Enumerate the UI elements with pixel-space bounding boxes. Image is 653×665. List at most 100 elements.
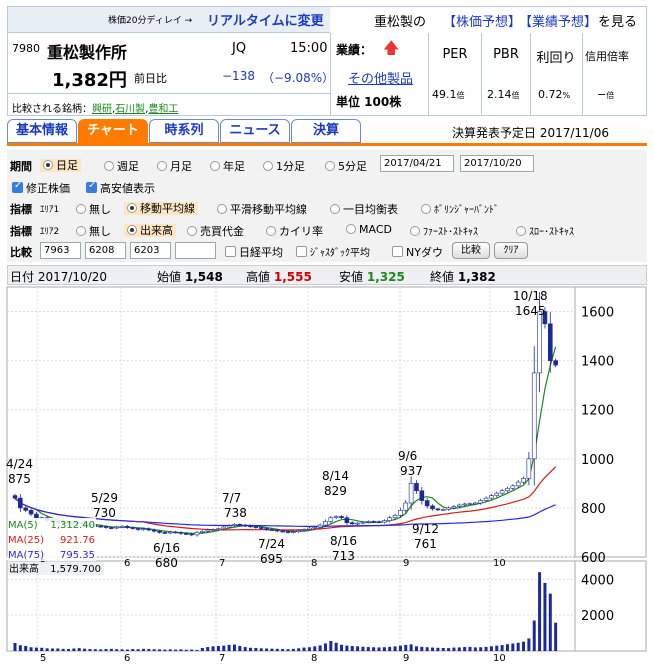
volume-bar [398,645,402,651]
annotation-value: 680 [155,556,178,570]
volume-bar [356,646,360,651]
candle [505,487,510,492]
candle [478,500,484,504]
volume-bar [115,649,119,651]
annotation-date: 7/7 [222,491,241,505]
candle [483,497,489,501]
volume-bar [543,582,547,651]
x-tick-label: 8 [311,558,317,569]
ma-legend-value: 795.35 [60,550,95,561]
candle [499,490,505,494]
volume-bar [511,643,515,651]
candle [419,490,425,501]
candle [151,529,157,532]
volume-bar [281,649,285,651]
candle [376,521,382,523]
annotation-value: 875 [8,472,31,486]
y-tick-label: 1200 [581,404,614,419]
volume-bar [441,647,445,651]
volume-bar [538,572,542,651]
annotation-value: 829 [324,484,347,498]
candle [162,532,168,534]
volume-bar [99,649,103,651]
candle [398,510,403,516]
candle [119,526,125,528]
volume-bar [404,644,408,651]
volume-bar [361,646,365,651]
x-tick-label: 6 [124,653,130,664]
candle [146,528,152,531]
volume-bar [393,646,397,651]
ma-legend-name: MA(5) [8,520,38,531]
candle [264,528,269,530]
candle [521,478,526,483]
volume-bar [50,648,54,651]
candle [462,503,467,506]
candle [103,526,109,528]
volume-bar [275,648,279,651]
annotation-date: 4/24 [6,457,33,471]
candle [237,524,243,526]
volume-bar [120,649,124,651]
candle [130,527,136,529]
volume-bar [141,648,145,651]
candle [312,526,318,529]
volume-bar [254,647,258,651]
vol-tick-label: 2000 [581,609,614,624]
volume-bar [463,647,467,651]
x-tick-label: 8 [311,653,317,664]
volume-bar [291,648,295,651]
candle [253,526,259,528]
annotation-date: 10/18 [513,289,548,303]
volume-bar [484,646,488,651]
candle [333,516,339,519]
x-tick-label: 6 [124,558,130,569]
volume-bar [297,648,301,651]
candle [365,521,371,523]
candle [285,531,291,533]
volume-bar [302,647,306,651]
candle [226,525,232,528]
annotation-value: 713 [332,549,355,563]
volume-bar [473,647,477,651]
candle [189,533,194,536]
x-tick-label: 10 [493,653,506,664]
volume-bar [457,647,461,651]
candle [430,505,435,510]
x-tick-label: 9 [403,653,409,664]
candle [440,509,446,511]
annotation-date: 6/16 [153,541,180,555]
candle [424,500,430,507]
candle [553,360,558,366]
volume-bar [152,649,156,651]
volume-bar [216,645,220,651]
volume-bar [211,646,215,651]
volume-bar [61,648,65,651]
candle [547,323,553,361]
candle [328,517,334,522]
candle [269,529,275,531]
x-tick-label: 9 [403,558,409,569]
volume-bar [93,649,97,651]
volume-bar [436,647,440,651]
volume-bar [479,647,483,651]
volume-bar [83,648,87,651]
volume-bar [505,644,509,651]
volume-bar [29,647,33,651]
candle [355,522,360,525]
volume-bar [40,647,44,651]
candle [301,529,307,531]
candle [531,372,537,460]
volume-bar [109,648,113,651]
candle [339,516,344,519]
candle [248,525,253,528]
volume-bar [500,645,504,651]
candle [18,497,23,509]
volume-bar [222,645,226,651]
volume-bar [522,641,526,651]
candle [183,533,189,535]
candle [178,532,184,534]
y-tick-label: 1400 [581,355,614,370]
candle [408,483,414,504]
candle [135,528,141,530]
